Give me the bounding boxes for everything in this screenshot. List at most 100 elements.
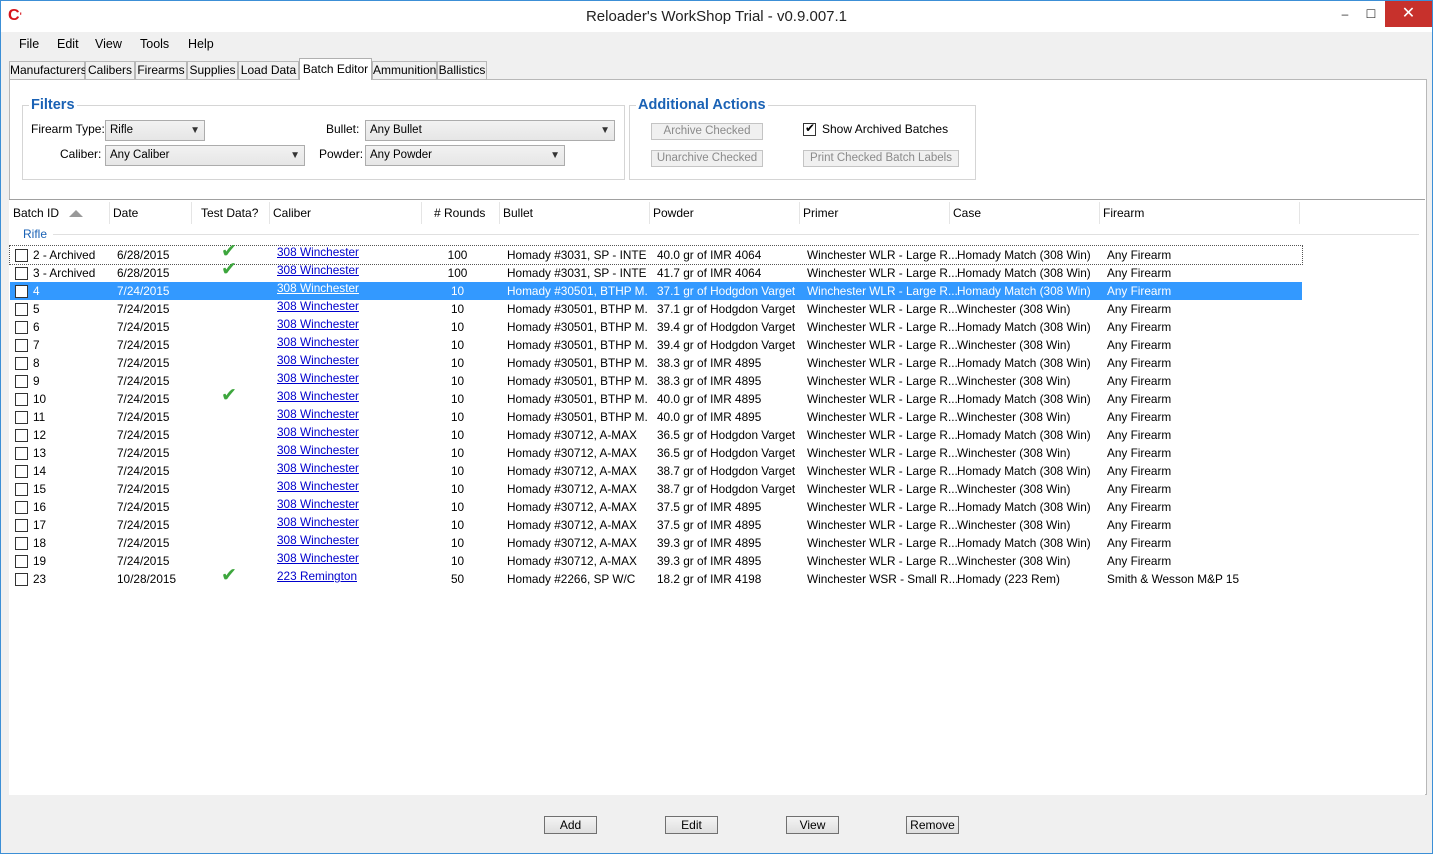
table-row[interactable]: 7 7/24/2015 308 Winchester 10 Homady #30501,… xyxy=(10,333,1302,354)
tab-ammunition[interactable]: Ammunition xyxy=(372,61,437,80)
bullet-select[interactable]: Any Bullet ▼ xyxy=(365,120,615,141)
table-row[interactable]: 5 7/24/2015 308 Winchester 10 Homady #30501,… xyxy=(10,297,1302,318)
cell-caliber[interactable]: 308 Winchester xyxy=(277,243,359,261)
tab-supplies[interactable]: Supplies xyxy=(187,61,238,80)
cell-caliber[interactable]: 308 Winchester xyxy=(277,279,359,297)
print-labels-button[interactable]: Print Checked Batch Labels xyxy=(803,150,959,167)
col-header-powder[interactable]: Powder xyxy=(653,200,694,226)
cell-caliber[interactable]: 308 Winchester xyxy=(277,405,359,423)
table-row[interactable]: 13 7/24/2015 308 Winchester 10 Homady #30712… xyxy=(10,441,1302,462)
col-header-bullet[interactable]: Bullet xyxy=(503,200,533,226)
cell-rounds: 50 xyxy=(450,572,465,586)
table-row[interactable]: 14 7/24/2015 308 Winchester 10 Homady #30712… xyxy=(10,459,1302,480)
firearm-type-select[interactable]: Rifle ▼ xyxy=(105,120,205,141)
add-button[interactable]: Add xyxy=(544,816,597,834)
row-checkbox[interactable] xyxy=(15,321,28,334)
cell-caliber[interactable]: 308 Winchester xyxy=(277,297,359,315)
row-checkbox[interactable] xyxy=(15,285,28,298)
row-checkbox[interactable] xyxy=(15,465,28,478)
row-checkbox[interactable] xyxy=(15,375,28,388)
col-header-caliber[interactable]: Caliber xyxy=(273,200,311,226)
cell-firearm: Any Firearm xyxy=(1107,500,1172,514)
cell-caliber[interactable]: 308 Winchester xyxy=(277,441,359,459)
table-row[interactable]: 16 7/24/2015 308 Winchester 10 Homady #30712… xyxy=(10,495,1302,516)
tab-manufacturers[interactable]: Manufacturers xyxy=(9,61,87,80)
cell-rounds: 10 xyxy=(450,500,465,514)
view-button[interactable]: View xyxy=(786,816,839,834)
tab-batch-editor[interactable]: Batch Editor xyxy=(299,58,372,80)
row-checkbox[interactable] xyxy=(15,303,28,316)
row-checkbox[interactable] xyxy=(15,267,28,280)
row-checkbox[interactable] xyxy=(15,393,28,406)
menu-view[interactable]: View xyxy=(95,37,122,51)
menu-help[interactable]: Help xyxy=(188,37,214,51)
table-row[interactable]: 8 7/24/2015 308 Winchester 10 Homady #30501,… xyxy=(10,351,1302,372)
cell-caliber[interactable]: 308 Winchester xyxy=(277,315,359,333)
col-header-firearm[interactable]: Firearm xyxy=(1103,200,1144,226)
table-row[interactable]: 23 10/28/2015 223 Remington 50 Homady #2266,… xyxy=(10,566,1302,588)
menu-edit[interactable]: Edit xyxy=(57,37,79,51)
cell-caliber[interactable]: 308 Winchester xyxy=(277,333,359,351)
table-row[interactable]: 2 - Archived 6/28/2015 308 Winchester 100 Ho… xyxy=(9,242,1303,265)
remove-button[interactable]: Remove xyxy=(906,816,959,834)
menu-file[interactable]: File xyxy=(19,37,39,51)
row-checkbox[interactable] xyxy=(15,339,28,352)
col-header-rounds[interactable]: # Rounds xyxy=(434,200,485,226)
powder-select[interactable]: Any Powder ▼ xyxy=(365,145,565,166)
row-checkbox[interactable] xyxy=(15,555,28,568)
table-row[interactable]: 6 7/24/2015 308 Winchester 10 Homady #30501,… xyxy=(10,315,1302,336)
table-row[interactable]: 12 7/24/2015 308 Winchester 10 Homady #30712… xyxy=(10,423,1302,444)
col-header-test-data[interactable]: Test Data? xyxy=(201,200,258,226)
row-checkbox[interactable] xyxy=(15,537,28,550)
row-checkbox[interactable] xyxy=(15,429,28,442)
caliber-select[interactable]: Any Caliber ▼ xyxy=(105,145,305,166)
tab-ballistics[interactable]: Ballistics xyxy=(437,61,487,80)
cell-caliber[interactable]: 308 Winchester xyxy=(277,369,359,387)
table-row[interactable]: 15 7/24/2015 308 Winchester 10 Homady #30712… xyxy=(10,477,1302,498)
cell-primer: Winchester WLR - Large R... xyxy=(807,302,958,316)
cell-caliber[interactable]: 308 Winchester xyxy=(277,351,359,369)
cell-caliber[interactable]: 308 Winchester xyxy=(277,387,359,405)
cell-caliber[interactable]: 308 Winchester xyxy=(277,477,359,495)
col-header-date[interactable]: Date xyxy=(113,200,138,226)
cell-caliber[interactable]: 308 Winchester xyxy=(277,459,359,477)
table-row[interactable]: 11 7/24/2015 308 Winchester 10 Homady #30501… xyxy=(10,405,1302,426)
tab-load-data[interactable]: Load Data xyxy=(238,61,299,80)
unarchive-checked-button[interactable]: Unarchive Checked xyxy=(651,150,763,167)
cell-caliber[interactable]: 308 Winchester xyxy=(277,549,359,567)
table-row[interactable]: 17 7/24/2015 308 Winchester 10 Homady #30712… xyxy=(10,513,1302,534)
table-row[interactable]: 9 7/24/2015 308 Winchester 10 Homady #30501,… xyxy=(10,369,1302,390)
menu-tools[interactable]: Tools xyxy=(140,37,169,51)
cell-caliber[interactable]: 308 Winchester xyxy=(277,513,359,531)
table-row[interactable]: 10 7/24/2015 308 Winchester 10 Homady #30501… xyxy=(10,386,1302,408)
maximize-icon[interactable]: ☐ xyxy=(1356,1,1386,27)
row-checkbox[interactable] xyxy=(15,483,28,496)
cell-caliber[interactable]: 308 Winchester xyxy=(277,423,359,441)
row-checkbox[interactable] xyxy=(15,501,28,514)
tab-calibers[interactable]: Calibers xyxy=(85,61,135,80)
col-header-case[interactable]: Case xyxy=(953,200,981,226)
col-header-batch-id[interactable]: Batch ID xyxy=(13,200,84,226)
close-icon[interactable]: ✕ xyxy=(1385,1,1432,27)
show-archived-checkbox[interactable] xyxy=(803,121,816,136)
row-checkbox[interactable] xyxy=(15,411,28,424)
table-row[interactable]: 19 7/24/2015 308 Winchester 10 Homady #30712… xyxy=(10,549,1302,570)
table-row[interactable]: 18 7/24/2015 308 Winchester 10 Homady #30712… xyxy=(10,531,1302,552)
cell-caliber[interactable]: 223 Remington xyxy=(277,567,357,585)
tab-firearms[interactable]: Firearms xyxy=(135,61,187,80)
edit-button[interactable]: Edit xyxy=(665,816,718,834)
cell-rounds: 10 xyxy=(450,338,465,352)
table-row[interactable]: 4 7/24/2015 308 Winchester 10 Homady #30501,… xyxy=(10,279,1302,300)
col-header-primer[interactable]: Primer xyxy=(803,200,838,226)
row-checkbox[interactable] xyxy=(15,357,28,370)
row-checkbox[interactable] xyxy=(15,447,28,460)
table-row[interactable]: 3 - Archived 6/28/2015 308 Winchester 100 Ho… xyxy=(10,260,1302,282)
row-checkbox[interactable] xyxy=(15,573,28,586)
cell-caliber[interactable]: 308 Winchester xyxy=(277,261,359,279)
row-checkbox[interactable] xyxy=(15,519,28,532)
group-header-rifle[interactable]: Rifle xyxy=(23,227,47,241)
archive-checked-button[interactable]: Archive Checked xyxy=(651,123,763,140)
row-checkbox[interactable] xyxy=(15,249,28,262)
cell-caliber[interactable]: 308 Winchester xyxy=(277,531,359,549)
cell-caliber[interactable]: 308 Winchester xyxy=(277,495,359,513)
